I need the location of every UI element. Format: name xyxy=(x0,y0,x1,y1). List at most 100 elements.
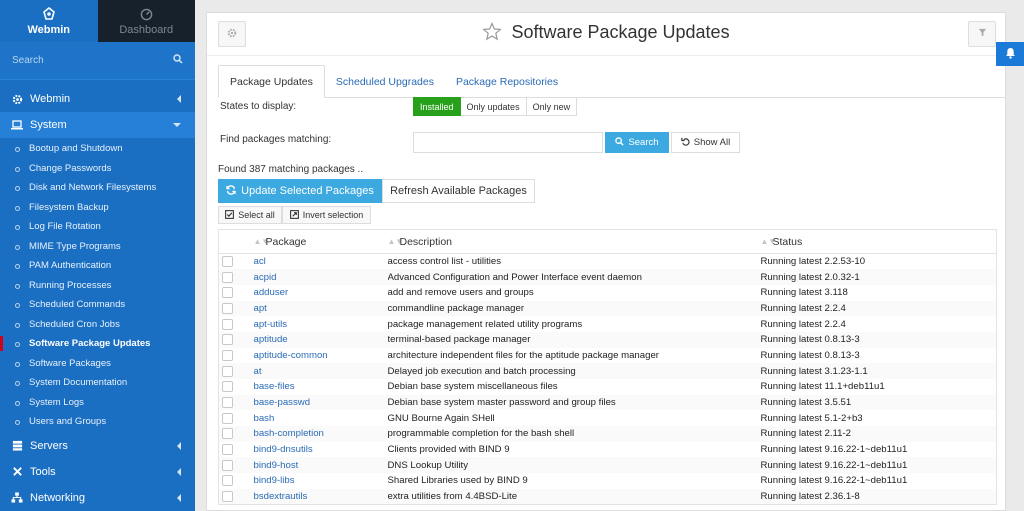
package-status: Running latest 2.2.4 xyxy=(760,300,997,317)
column-header-status[interactable]: ▲▼Status xyxy=(760,229,997,254)
package-link[interactable]: acpid xyxy=(254,272,277,283)
row-checkbox[interactable] xyxy=(222,475,233,487)
row-checkbox[interactable] xyxy=(222,318,233,330)
package-link[interactable]: aptitude xyxy=(254,334,288,345)
row-checkbox[interactable] xyxy=(222,444,233,456)
package-link[interactable]: apt-utils xyxy=(254,319,288,330)
row-checkbox[interactable] xyxy=(222,334,233,346)
row-checkbox[interactable] xyxy=(222,349,233,361)
row-checkbox[interactable] xyxy=(222,459,233,471)
sidebar-item-software-package-updates[interactable]: Software Package Updates xyxy=(0,334,195,354)
column-header-package[interactable]: ▲▼Package xyxy=(253,229,388,254)
state-only-new-button[interactable]: Only new xyxy=(526,97,578,116)
show-all-button[interactable]: Show All xyxy=(671,132,740,153)
sidebar-item-disk-and-network-filesystems[interactable]: Disk and Network Filesystems xyxy=(0,178,195,198)
package-link[interactable]: bind9-host xyxy=(254,460,299,471)
row-checkbox[interactable] xyxy=(222,412,233,424)
table-row: base-passwd Debian base system master pas… xyxy=(218,394,997,411)
column-header-description[interactable]: ▲▼Description xyxy=(387,229,761,254)
sidebar-category-system-label: System xyxy=(30,119,67,131)
sidebar-category-servers[interactable]: Servers xyxy=(0,433,195,459)
invert-selection-label: Invert selection xyxy=(302,210,364,220)
row-checkbox[interactable] xyxy=(222,365,233,377)
sidebar-item-system-logs[interactable]: System Logs xyxy=(0,393,195,413)
sidebar-item-users-and-groups[interactable]: Users and Groups xyxy=(0,412,195,432)
row-checkbox[interactable] xyxy=(222,490,233,502)
sidebar-category-webmin[interactable]: Webmin xyxy=(0,86,195,112)
package-link[interactable]: apt xyxy=(254,303,267,314)
page-title: Software Package Updates xyxy=(511,22,730,42)
state-installed-button[interactable]: Installed xyxy=(413,97,461,116)
package-link[interactable]: base-passwd xyxy=(254,397,311,408)
star-icon[interactable] xyxy=(482,21,503,46)
package-status: Running latest 0.8.13-3 xyxy=(760,331,997,348)
sidebar-item-bootup-and-shutdown[interactable]: Bootup and Shutdown xyxy=(0,139,195,159)
sidebar-category-tools[interactable]: Tools xyxy=(0,459,195,485)
package-description: extra utilities from 4.4BSD-Lite xyxy=(387,488,761,505)
package-link[interactable]: bind9-libs xyxy=(254,475,295,486)
package-link[interactable]: acl xyxy=(254,256,266,267)
search-icon[interactable] xyxy=(173,54,183,67)
package-status: Running latest 3.118 xyxy=(760,287,848,299)
table-row: acpid Advanced Configuration and Power In… xyxy=(218,269,997,285)
sidebar-item-log-file-rotation[interactable]: Log File Rotation xyxy=(0,217,195,237)
show-all-button-label: Show All xyxy=(693,137,731,148)
sidebar-search-input[interactable] xyxy=(12,55,152,66)
invert-selection-button[interactable]: Invert selection xyxy=(282,206,371,224)
table-row: adduser add and remove users and groups Ru… xyxy=(219,285,997,301)
sidebar-item-mime-type-programs[interactable]: MIME Type Programs xyxy=(0,237,195,257)
tab-scheduled-upgrades[interactable]: Scheduled Upgrades xyxy=(325,65,445,98)
update-selected-packages-label: Update Selected Packages xyxy=(241,185,374,197)
package-link[interactable]: bsdextrautils xyxy=(254,491,308,502)
select-all-button[interactable]: Select all xyxy=(218,206,282,224)
package-link[interactable]: at xyxy=(254,366,262,377)
table-row: apt commandline package manager Running la… xyxy=(218,300,997,317)
sidebar-category-system[interactable]: System xyxy=(0,112,195,138)
table-row: bind9-libs Shared Libraries used by BIND … xyxy=(219,473,997,489)
row-checkbox[interactable] xyxy=(222,397,233,409)
package-link[interactable]: bash-completion xyxy=(254,428,324,439)
sidebar-item-scheduled-cron-jobs[interactable]: Scheduled Cron Jobs xyxy=(0,315,195,335)
sidebar-category-networking[interactable]: Networking xyxy=(0,485,195,511)
filter-button[interactable] xyxy=(968,21,996,47)
package-description: programmable completion for the bash she… xyxy=(387,426,761,442)
sidebar-item-change-passwords[interactable]: Change Passwords xyxy=(0,159,195,179)
package-link[interactable]: base-files xyxy=(254,381,295,392)
sidebar-item-pam-authentication[interactable]: PAM Authentication xyxy=(0,256,195,276)
row-checkbox[interactable] xyxy=(222,287,233,299)
package-link[interactable]: aptitude-common xyxy=(254,350,328,361)
tab-webmin[interactable]: Webmin xyxy=(0,0,98,42)
package-link[interactable]: bash xyxy=(254,413,275,424)
sidebar-item-software-packages[interactable]: Software Packages xyxy=(0,354,195,374)
laptop-icon xyxy=(11,119,23,131)
package-link[interactable]: adduser xyxy=(254,287,289,298)
row-checkbox[interactable] xyxy=(222,381,233,393)
row-checkbox[interactable] xyxy=(222,271,233,283)
sidebar-item-scheduled-commands[interactable]: Scheduled Commands xyxy=(0,295,195,315)
find-packages-input[interactable] xyxy=(413,132,603,153)
row-checkbox[interactable] xyxy=(222,302,233,314)
tab-package-updates[interactable]: Package Updates xyxy=(218,65,325,98)
package-description: add and remove users and groups xyxy=(387,287,534,299)
tab-package-repositories[interactable]: Package Repositories xyxy=(445,65,569,98)
state-only-updates-button[interactable]: Only updates xyxy=(460,97,527,116)
refresh-available-packages-button[interactable]: Refresh Available Packages xyxy=(382,179,535,203)
found-count-text: Found 387 matching packages .. xyxy=(218,164,364,175)
tab-dashboard[interactable]: Dashboard xyxy=(97,0,195,42)
search-button[interactable]: Search xyxy=(605,132,669,153)
row-checkbox[interactable] xyxy=(222,256,233,268)
module-config-button[interactable] xyxy=(218,21,246,47)
package-status: Running latest 3.5.51 xyxy=(760,394,997,411)
sidebar-search xyxy=(0,42,195,80)
sidebar-item-system-documentation[interactable]: System Documentation xyxy=(0,373,195,393)
search-button-label: Search xyxy=(628,137,659,148)
update-selected-packages-button[interactable]: Update Selected Packages xyxy=(218,179,382,203)
notifications-button[interactable] xyxy=(996,42,1024,66)
row-checkbox[interactable] xyxy=(222,428,233,440)
sidebar-item-running-processes[interactable]: Running Processes xyxy=(0,276,195,296)
package-link[interactable]: bind9-dnsutils xyxy=(254,444,313,455)
sidebar-item-filesystem-backup[interactable]: Filesystem Backup xyxy=(0,198,195,218)
package-description: package management related utility progr… xyxy=(387,318,583,330)
sidebar-system-items: Bootup and Shutdown Change Passwords Dis… xyxy=(0,138,195,433)
package-status: Running latest 2.2.53-10 xyxy=(760,256,866,268)
